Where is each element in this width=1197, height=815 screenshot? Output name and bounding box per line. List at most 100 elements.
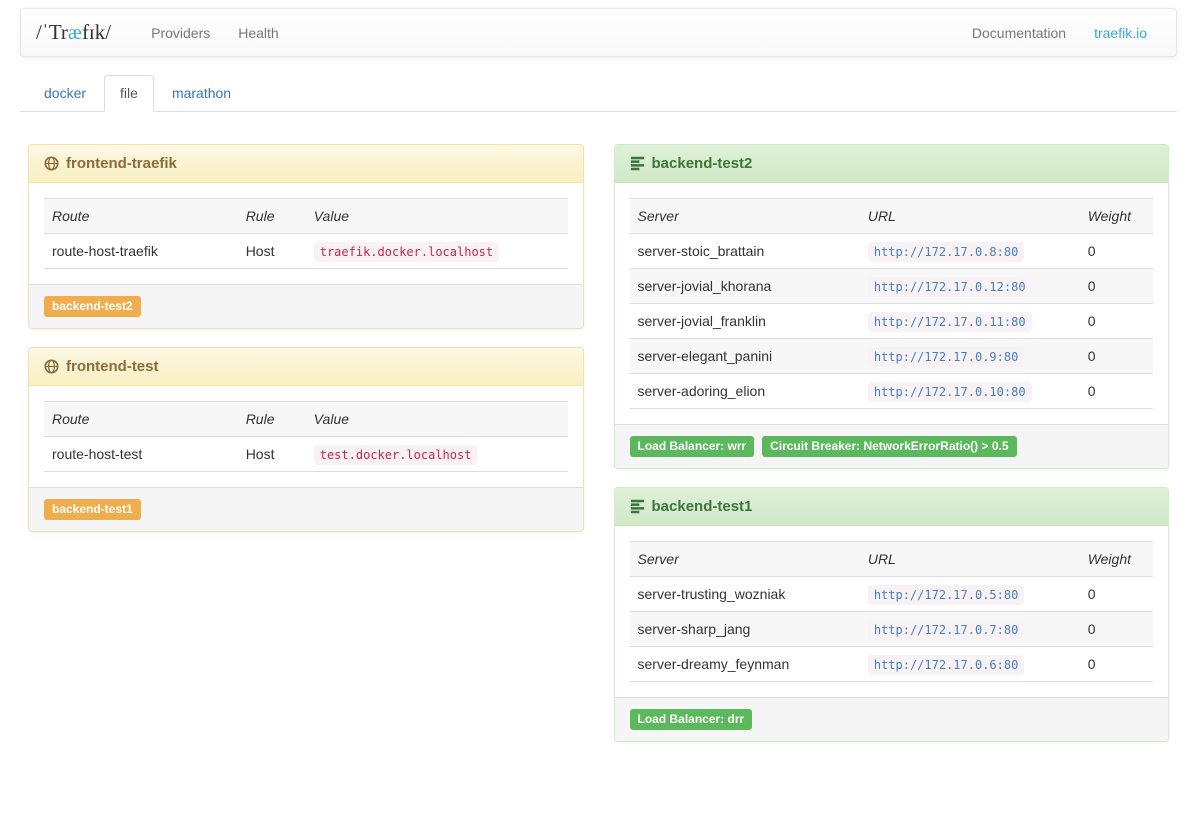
servers-table: Server URL Weight server-trusting_woznia… [630,541,1154,682]
globe-icon [44,156,59,171]
panel-body: Server URL Weight server-trusting_woznia… [615,526,1169,697]
column-header-value: Value [306,199,568,234]
tab-docker[interactable]: docker [28,75,102,112]
nav-item-documentation[interactable]: Documentation [958,25,1080,41]
route-value: traefik.docker.localhost [314,242,499,262]
globe-icon [44,359,59,374]
column-header-rule: Rule [238,199,306,234]
server-url: http://172.17.0.6:80 [868,655,1025,675]
frontend-panel-traefik: frontend-traefik Route Rule Value route-… [28,144,584,329]
column-header-server: Server [630,199,860,234]
table-row: server-jovial_franklin http://172.17.0.1… [630,304,1154,339]
server-url: http://172.17.0.7:80 [868,620,1025,640]
server-weight: 0 [1080,577,1153,612]
panel-footer: backend-test1 [29,487,583,531]
column-header-server: Server [630,542,860,577]
brand-text-pre: /ˈTr [36,20,68,44]
table-row: server-dreamy_feynman http://172.17.0.6:… [630,647,1154,682]
panel-title: backend-test1 [652,498,753,515]
routes-table: Route Rule Value route-host-test Host te… [44,401,568,472]
frontend-panel-test: frontend-test Route Rule Value route-hos… [28,347,584,532]
panel-footer: Load Balancer: wrr Circuit Breaker: Netw… [615,424,1169,468]
nav-item-traefik-io[interactable]: traefik.io [1080,25,1161,41]
server-weight: 0 [1080,304,1153,339]
server-name: server-trusting_wozniak [630,577,860,612]
brand-text-post: fɪk/ [82,20,111,44]
table-header-row: Route Rule Value [44,199,568,234]
table-row: server-elegant_panini http://172.17.0.9:… [630,339,1154,374]
panel-body: Route Rule Value route-host-test Host te… [29,386,583,487]
table-row: server-sharp_jang http://172.17.0.7:80 0 [630,612,1154,647]
server-name: server-dreamy_feynman [630,647,860,682]
panel-heading: backend-test1 [615,488,1169,526]
servers-table: Server URL Weight server-stoic_brattain … [630,198,1154,409]
table-row: route-host-traefik Host traefik.docker.l… [44,234,568,269]
server-url: http://172.17.0.8:80 [868,242,1025,262]
route-value: test.docker.localhost [314,445,478,465]
route-rule: Host [238,437,306,472]
column-header-url: URL [860,199,1080,234]
server-url: http://172.17.0.5:80 [868,585,1025,605]
backend-panel-test2: backend-test2 Server URL Weight server-s… [614,144,1170,469]
tab-marathon[interactable]: marathon [156,75,247,112]
circuit-breaker-badge: Circuit Breaker: NetworkErrorRatio() > 0… [762,436,1016,457]
nav-item-providers[interactable]: Providers [137,25,224,41]
route-name: route-host-traefik [44,234,238,269]
table-row: route-host-test Host test.docker.localho… [44,437,568,472]
column-header-weight: Weight [1080,199,1153,234]
backends-column: backend-test2 Server URL Weight server-s… [599,144,1185,760]
server-weight: 0 [1080,339,1153,374]
column-header-route: Route [44,199,238,234]
server-url: http://172.17.0.10:80 [868,382,1032,402]
nav-item-health[interactable]: Health [224,25,292,41]
server-url: http://172.17.0.9:80 [868,347,1025,367]
column-header-value: Value [306,402,568,437]
table-row: server-stoic_brattain http://172.17.0.8:… [630,234,1154,269]
panel-title: frontend-test [66,358,159,375]
server-weight: 0 [1080,234,1153,269]
table-row: server-trusting_wozniak http://172.17.0.… [630,577,1154,612]
table-header-row: Server URL Weight [630,542,1154,577]
tab-file[interactable]: file [104,75,154,112]
column-header-url: URL [860,542,1080,577]
routes-table: Route Rule Value route-host-traefik Host… [44,198,568,269]
table-row: server-jovial_khorana http://172.17.0.12… [630,269,1154,304]
panel-footer: Load Balancer: drr [615,697,1169,741]
load-balancer-badge: Load Balancer: drr [630,709,753,730]
tasks-icon [630,499,645,514]
panel-heading: frontend-traefik [29,145,583,183]
server-name: server-jovial_khorana [630,269,860,304]
backend-panel-test1: backend-test1 Server URL Weight server-t… [614,487,1170,742]
server-weight: 0 [1080,374,1153,409]
panel-title: backend-test2 [652,155,753,172]
panel-footer: backend-test2 [29,284,583,328]
brand-text-accent: æ [68,20,82,44]
server-weight: 0 [1080,647,1153,682]
provider-tabs: docker file marathon [20,75,1177,112]
brand-logo[interactable]: /ˈTræfɪk/ [36,20,111,45]
navbar-right: Documentation traefik.io [958,25,1161,41]
route-rule: Host [238,234,306,269]
main-content: frontend-traefik Route Rule Value route-… [0,112,1197,780]
server-name: server-elegant_panini [630,339,860,374]
panel-heading: backend-test2 [615,145,1169,183]
server-url: http://172.17.0.11:80 [868,312,1032,332]
frontends-column: frontend-traefik Route Rule Value route-… [13,144,599,550]
route-name: route-host-test [44,437,238,472]
panel-title: frontend-traefik [66,155,177,172]
server-name: server-sharp_jang [630,612,860,647]
column-header-route: Route [44,402,238,437]
panel-heading: frontend-test [29,348,583,386]
navbar: /ˈTræfɪk/ Providers Health Documentation… [20,8,1177,57]
backend-tag: backend-test1 [44,499,141,520]
tasks-icon [630,156,645,171]
table-header-row: Route Rule Value [44,402,568,437]
panel-body: Server URL Weight server-stoic_brattain … [615,183,1169,424]
server-weight: 0 [1080,269,1153,304]
column-header-rule: Rule [238,402,306,437]
load-balancer-badge: Load Balancer: wrr [630,436,755,457]
backend-tag: backend-test2 [44,296,141,317]
server-name: server-jovial_franklin [630,304,860,339]
column-header-weight: Weight [1080,542,1153,577]
server-name: server-stoic_brattain [630,234,860,269]
